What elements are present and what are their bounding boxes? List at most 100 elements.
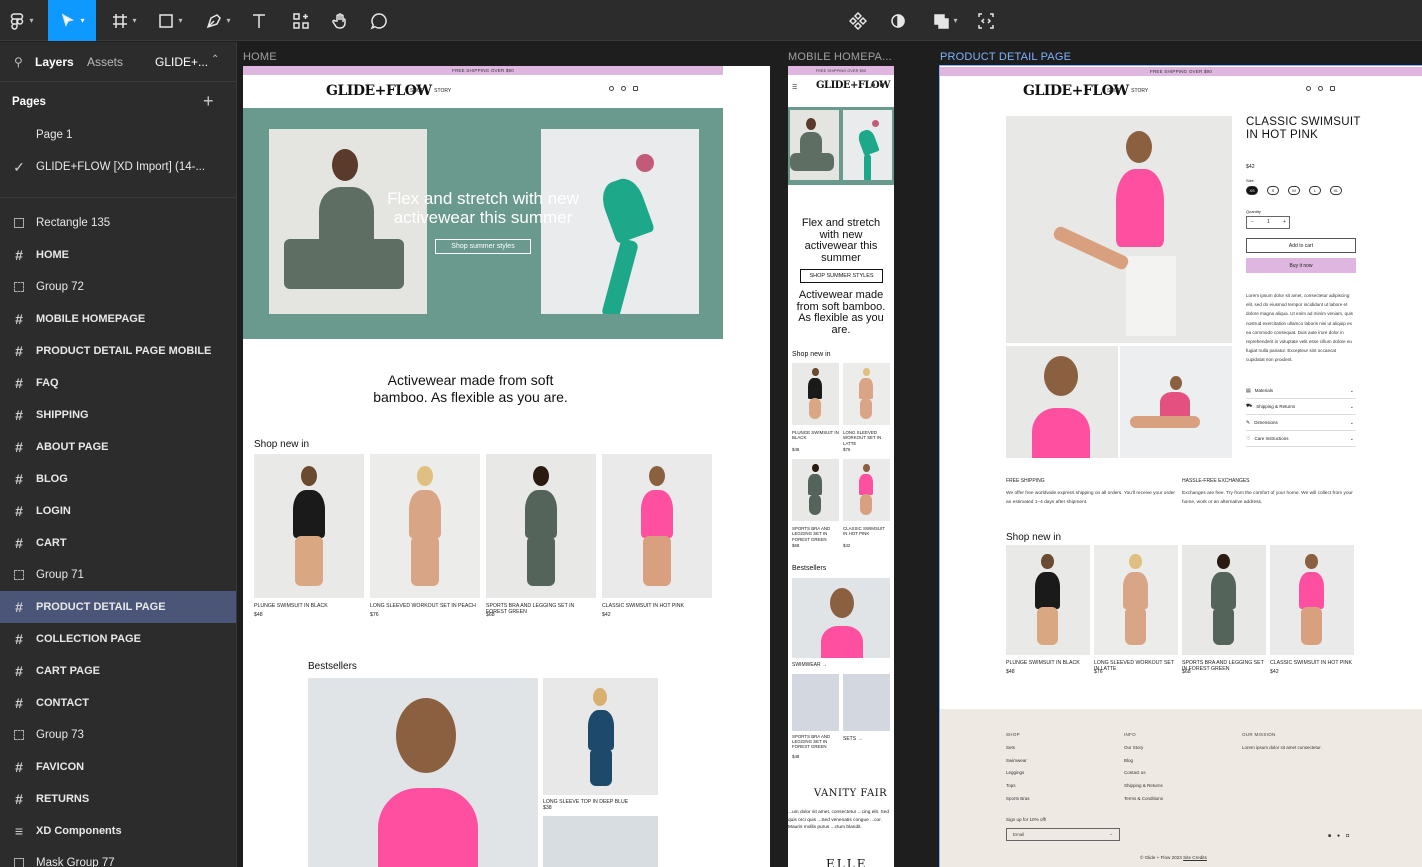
page-item-current[interactable]: ✓ GLIDE+FLOW [XD Import] (14-... — [0, 151, 236, 183]
product-image[interactable] — [1270, 545, 1354, 655]
product-name[interactable]: LONG SLEEVED WORKOUT SET IN PEACH — [370, 603, 480, 609]
layer-item[interactable]: Group 72 — [0, 271, 236, 303]
size-option[interactable]: S — [1267, 186, 1279, 195]
canvas[interactable]: HOME MOBILE HOMEPA... PRODUCT DETAIL PAG… — [237, 42, 1422, 867]
accordion-item[interactable]: ♡ Care Instructions ⌄ — [1246, 431, 1356, 447]
product-name[interactable]: PLUNGE SWIMSUIT IN BLACK — [792, 430, 839, 441]
product-name[interactable]: CLASSIC SWIMSUIT IN HOT PINK — [1270, 660, 1354, 666]
cart-icon[interactable] — [880, 83, 884, 87]
pdp-main-image[interactable] — [1006, 116, 1232, 343]
qty-plus-button[interactable]: + — [1283, 219, 1286, 225]
layer-item[interactable]: # SHIPPING — [0, 399, 236, 431]
product-name[interactable]: CLASSIC SWIMSUIT IN HOT PINK — [602, 603, 712, 609]
layer-item[interactable]: # FAQ — [0, 367, 236, 399]
bestseller-main-image[interactable] — [308, 678, 538, 867]
tab-assets[interactable]: Assets — [87, 55, 123, 69]
add-to-cart-button[interactable]: Add to cart — [1246, 238, 1356, 253]
product-image[interactable] — [843, 363, 890, 425]
accordion-item[interactable]: ⛟ Shipping & Returns ⌄ — [1246, 399, 1356, 415]
theme-toggle-button[interactable] — [885, 0, 911, 41]
sets-link[interactable]: SETS → — [843, 736, 862, 742]
mobile-card-image-2[interactable] — [843, 674, 890, 731]
product-name[interactable]: SPORTS BRA AND LEGGING SET IN FOREST GRE… — [1182, 660, 1266, 672]
hamburger-icon[interactable]: ☰ — [792, 84, 797, 91]
product-image[interactable] — [1094, 545, 1178, 655]
size-option[interactable]: XL — [1330, 186, 1342, 195]
product-image[interactable] — [602, 454, 712, 598]
layer-item[interactable]: # CONTACT — [0, 687, 236, 719]
dev-mode-button[interactable] — [973, 0, 999, 41]
frame-label-pdp[interactable]: PRODUCT DETAIL PAGE — [940, 51, 1071, 63]
resources-button[interactable] — [288, 0, 314, 41]
page-switcher[interactable]: GLIDE+... — [155, 55, 208, 69]
layer-item[interactable]: # FAVICON — [0, 751, 236, 783]
mobile-frame[interactable]: FREE SHIPPING OVER $90 ☰ GLIDE+FLOW Flex… — [788, 66, 894, 867]
search-icon[interactable] — [609, 86, 614, 91]
product-name[interactable]: CLASSIC SWIMSUIT IN HOT PINK — [843, 526, 890, 537]
size-option[interactable]: M — [1288, 186, 1300, 195]
boolean-ops-button[interactable]: ▾ — [925, 0, 965, 41]
footer-link[interactable]: Shipping & Returns — [1124, 780, 1163, 793]
quantity-stepper[interactable]: − 1 + — [1246, 216, 1290, 229]
product-name[interactable]: SPORTS BRA AND LEGGING SET IN FOREST GRE… — [486, 603, 596, 615]
layer-item[interactable]: # MOBILE HOMEPAGE — [0, 303, 236, 335]
mobile-card-image-1[interactable] — [792, 674, 839, 731]
components-button[interactable] — [845, 0, 871, 41]
comment-tool-button[interactable] — [366, 0, 392, 41]
pen-tool-button[interactable]: ▾ — [198, 0, 238, 41]
nav-shop[interactable]: SHOP — [410, 88, 424, 94]
add-page-icon[interactable]: + — [203, 91, 214, 112]
footer-link[interactable]: Blog — [1124, 755, 1163, 768]
buy-now-button[interactable]: Buy it now — [1246, 258, 1356, 273]
footer-link[interactable]: Sports Bras — [1006, 793, 1030, 806]
layer-item[interactable]: # CART — [0, 527, 236, 559]
facebook-icon[interactable]: ■ — [1328, 833, 1331, 839]
layer-item[interactable]: # HOME — [0, 239, 236, 271]
text-tool-button[interactable] — [246, 0, 272, 41]
main-menu-button[interactable]: ▾ — [0, 0, 42, 41]
pinterest-icon[interactable]: ● — [1337, 833, 1340, 839]
cart-icon[interactable] — [1330, 86, 1335, 91]
search-icon[interactable] — [1306, 86, 1311, 91]
footer-link[interactable]: Terms & Conditions — [1124, 793, 1163, 806]
layer-item[interactable]: # LOGIN — [0, 495, 236, 527]
product-image[interactable] — [486, 454, 596, 598]
layer-item[interactable]: # RETURNS — [0, 783, 236, 815]
layer-item[interactable]: # CART PAGE — [0, 655, 236, 687]
product-image[interactable] — [254, 454, 364, 598]
home-frame[interactable]: FREE SHIPPING OVER $90 GLIDE+FLOW SHOP ST… — [243, 66, 770, 867]
product-image[interactable] — [792, 363, 839, 425]
footer-link[interactable]: Contact us — [1124, 767, 1163, 780]
pdp-thumb-1[interactable] — [1006, 346, 1118, 458]
layer-item[interactable]: Mask Group 77 — [0, 847, 236, 867]
size-option[interactable]: XS — [1246, 186, 1258, 195]
bestseller-image-3[interactable] — [543, 816, 658, 867]
qty-minus-button[interactable]: − — [1251, 219, 1254, 225]
arrow-right-icon[interactable]: → — [1109, 831, 1114, 836]
layer-item[interactable]: Group 71 — [0, 559, 236, 591]
page-item[interactable]: Page 1 — [0, 119, 236, 151]
product-name[interactable]: SPORTS BRA AND LEGGING SET IN FOREST GRE… — [792, 526, 839, 542]
instagram-icon[interactable]: ◘ — [1346, 833, 1349, 839]
product-image[interactable] — [1006, 545, 1090, 655]
product-name[interactable]: PLUNGE SWIMSUIT IN BLACK — [1006, 660, 1090, 666]
site-credits-link[interactable]: Site Credits — [1183, 855, 1207, 860]
pdp-frame[interactable]: FREE SHIPPING OVER $90 GLIDE+FLOW SHOP ST… — [939, 65, 1422, 867]
accordion-item[interactable]: ▤ Materials ⌄ — [1246, 383, 1356, 399]
chevron-up-icon[interactable]: ⌃ — [211, 54, 219, 65]
layer-item[interactable]: Group 73 — [0, 719, 236, 751]
product-name[interactable]: LONG SLEEVED WORKOUT SET IN LATTE — [1094, 660, 1178, 672]
bestseller-image-2[interactable] — [543, 678, 658, 795]
search-icon[interactable]: ⚲ — [14, 55, 23, 69]
hand-tool-button[interactable] — [327, 0, 353, 41]
tab-layers[interactable]: Layers — [35, 55, 74, 69]
frame-label-mobile[interactable]: MOBILE HOMEPA... — [788, 51, 892, 63]
nav-shop[interactable]: SHOP — [1107, 88, 1121, 94]
layer-item[interactable]: # BLOG — [0, 463, 236, 495]
layer-item[interactable]: # PRODUCT DETAIL PAGE MOBILE — [0, 335, 236, 367]
footer-link[interactable]: Our Story — [1124, 742, 1163, 755]
pdp-thumb-2[interactable] — [1120, 346, 1232, 458]
move-tool-button[interactable]: ▾ — [48, 0, 96, 41]
product-image[interactable] — [792, 459, 839, 521]
product-name[interactable]: PLUNGE SWIMSUIT IN BLACK — [254, 603, 364, 609]
